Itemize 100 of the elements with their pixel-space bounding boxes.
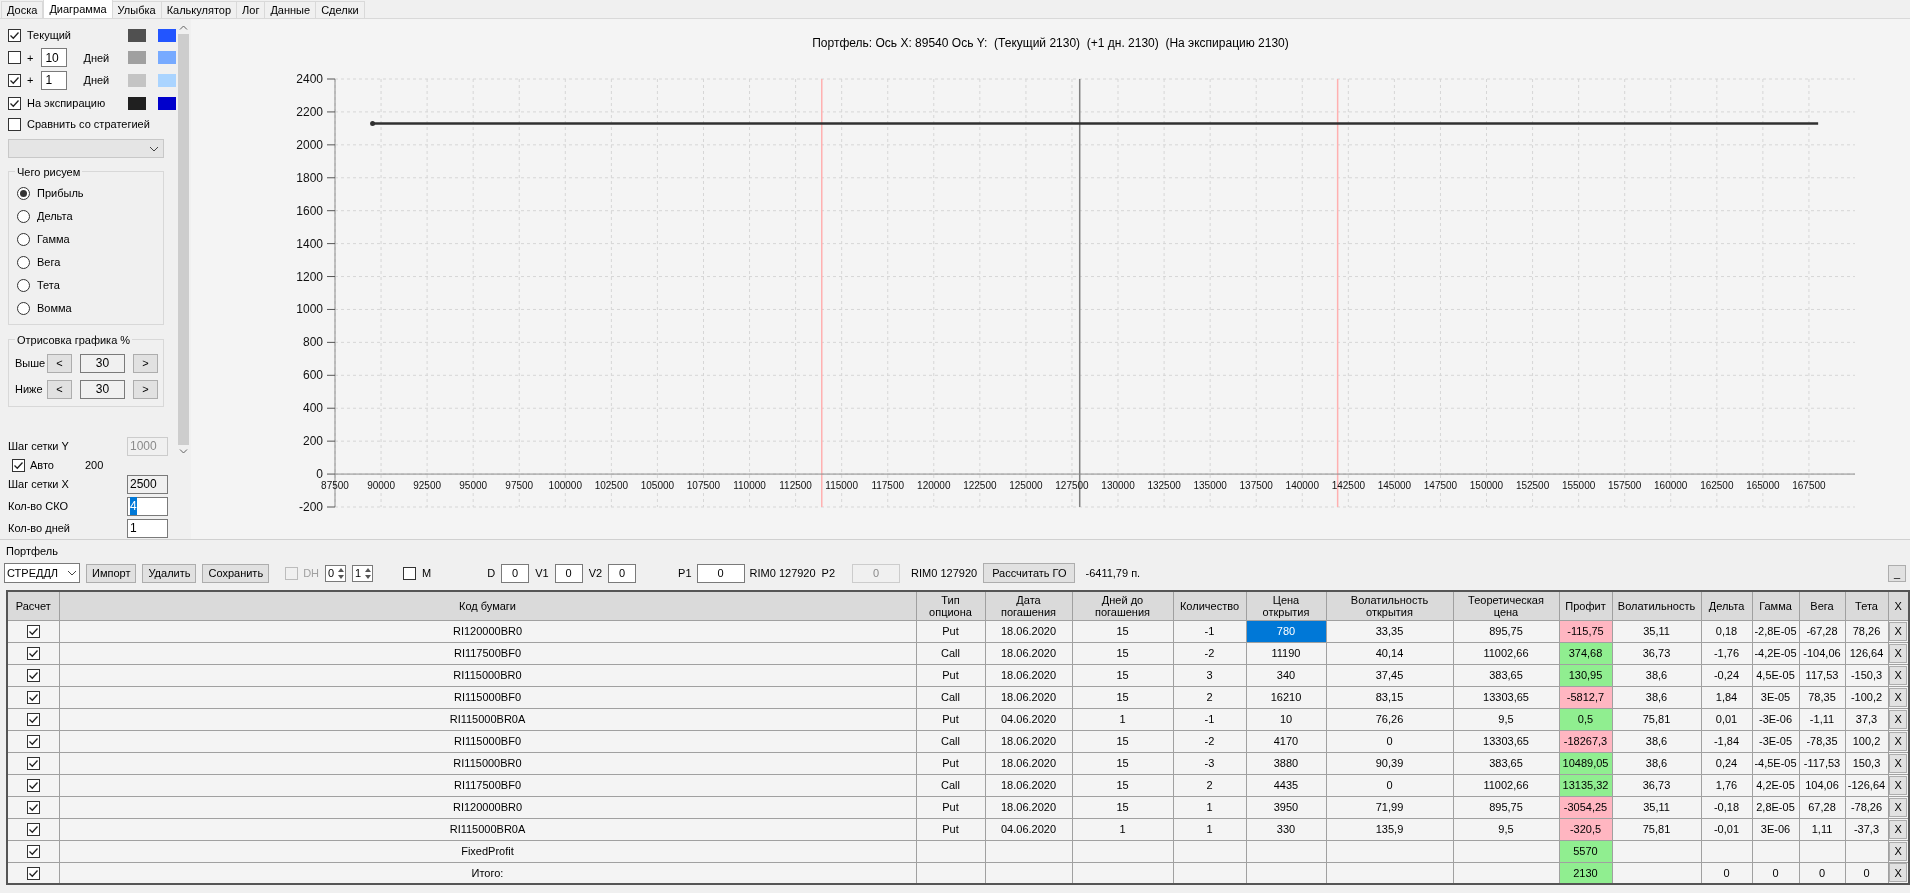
radio-button[interactable]	[17, 302, 30, 315]
remove-button[interactable]: X	[1889, 775, 1908, 795]
column-header[interactable]: Гамма	[1752, 591, 1799, 620]
radio-button[interactable]	[17, 187, 30, 200]
dropdown[interactable]: СТРЕДДЛ	[4, 563, 80, 583]
checkbox[interactable]	[26, 867, 40, 881]
input-field[interactable]: 1	[127, 518, 168, 538]
decrease-button[interactable]: <	[47, 353, 72, 373]
column-header[interactable]: Количество	[1173, 591, 1246, 620]
column-header[interactable]: Дней до погашения	[1072, 591, 1173, 620]
remove-button[interactable]: X	[1889, 687, 1908, 707]
price-label: RIM0 127920	[749, 565, 816, 581]
table-cell: 11002,66	[1453, 642, 1559, 664]
axis-tick-label: 117500	[871, 480, 905, 492]
table-cell: -67,28	[1799, 620, 1845, 642]
column-header[interactable]: Тип опциона	[916, 591, 985, 620]
minimize-button[interactable]: _	[1888, 564, 1906, 582]
column-header[interactable]: Код бумаги	[59, 591, 916, 620]
remove-button[interactable]: X	[1889, 753, 1908, 773]
tab[interactable]: Калькулятор	[160, 1, 238, 18]
checkbox[interactable]	[26, 669, 40, 683]
remove-button[interactable]: X	[1889, 665, 1908, 685]
value-field[interactable]: 30	[80, 379, 125, 399]
radio-button[interactable]	[17, 279, 30, 292]
calculate-button[interactable]: Рассчитать ГО	[983, 563, 1076, 583]
checkbox[interactable]	[26, 647, 40, 661]
table-cell: 126,64	[1845, 642, 1888, 664]
tab[interactable]: Диаграмма	[43, 0, 113, 18]
increase-button[interactable]: >	[133, 379, 158, 399]
axis-tick-label: 0	[316, 467, 323, 482]
input-field[interactable]: 2500	[127, 474, 168, 494]
color-swatch[interactable]	[128, 74, 146, 87]
radio-button[interactable]	[17, 210, 30, 223]
column-header[interactable]: Вега	[1799, 591, 1845, 620]
remove-button[interactable]: X	[1889, 709, 1908, 729]
increase-button[interactable]: >	[133, 353, 158, 373]
color-swatch[interactable]	[128, 51, 146, 65]
value-field[interactable]: 30	[80, 353, 125, 373]
column-header[interactable]: Волатильность открытия	[1326, 591, 1453, 620]
checkbox[interactable]	[26, 757, 40, 771]
axis-tick-label: 200	[302, 434, 323, 449]
checkbox[interactable]	[26, 801, 40, 815]
toolbar-button[interactable]: Сохранить	[202, 563, 270, 583]
checkbox[interactable]	[26, 779, 40, 793]
remove-button[interactable]: X	[1889, 819, 1908, 839]
column-header[interactable]: Теоретическая цена	[1453, 591, 1559, 620]
color-swatch[interactable]	[128, 96, 146, 110]
checkbox[interactable]	[26, 845, 40, 859]
input-field[interactable]: 4	[127, 496, 168, 516]
input-field[interactable]: 0	[696, 563, 745, 583]
remove-button[interactable]: X	[1889, 841, 1908, 861]
color-swatch[interactable]	[158, 74, 176, 87]
table-cell: -78,35	[1799, 730, 1845, 752]
checkbox[interactable]	[8, 74, 21, 87]
column-header[interactable]: Цена открытия	[1246, 591, 1326, 620]
remove-button[interactable]: X	[1889, 621, 1908, 641]
remove-button[interactable]: X	[1889, 731, 1908, 751]
checkbox[interactable]	[26, 823, 40, 837]
column-header[interactable]: Волатильность	[1612, 591, 1701, 620]
checkbox[interactable]	[8, 28, 21, 42]
tab[interactable]: Данные	[264, 1, 317, 18]
toolbar-button[interactable]: Удалить	[142, 563, 197, 583]
color-swatch[interactable]	[158, 96, 176, 110]
checkbox[interactable]	[26, 691, 40, 705]
radio-button[interactable]	[17, 256, 30, 269]
color-swatch[interactable]	[158, 51, 176, 65]
checkbox[interactable]	[403, 566, 417, 580]
toolbar-button[interactable]: Импорт	[86, 563, 137, 583]
input-field[interactable]: 0	[554, 563, 583, 583]
column-header[interactable]: X	[1888, 591, 1909, 620]
remove-button[interactable]: X	[1889, 863, 1908, 883]
days-field[interactable]: 10	[41, 48, 68, 68]
column-header[interactable]: Расчет	[7, 591, 59, 620]
color-swatch[interactable]	[128, 28, 146, 42]
decrease-button[interactable]: <	[47, 379, 72, 399]
tab[interactable]: Сделки	[315, 1, 365, 18]
radio-button[interactable]	[17, 233, 30, 246]
column-header[interactable]: Дельта	[1701, 591, 1752, 620]
checkbox[interactable]	[8, 51, 21, 65]
axis-tick-label: 157500	[1608, 480, 1642, 492]
spin-field[interactable]: 0	[325, 564, 347, 582]
input-field[interactable]: 0	[501, 563, 530, 583]
checkbox[interactable]	[26, 735, 40, 749]
checkbox[interactable]	[8, 96, 21, 110]
checkbox[interactable]	[12, 458, 25, 472]
checkbox[interactable]	[26, 625, 40, 639]
table-cell: 75,81	[1612, 708, 1701, 730]
checkbox[interactable]	[8, 118, 21, 132]
column-header[interactable]: Профит	[1559, 591, 1612, 620]
column-header[interactable]: Тета	[1845, 591, 1888, 620]
input-field[interactable]: 0	[608, 563, 637, 583]
days-field[interactable]: 1	[41, 71, 68, 90]
checkbox[interactable]	[26, 713, 40, 727]
color-swatch[interactable]	[158, 28, 176, 42]
table-cell: 11190	[1246, 642, 1326, 664]
remove-button[interactable]: X	[1889, 797, 1908, 817]
remove-button[interactable]: X	[1889, 643, 1908, 663]
spin-field[interactable]: 1	[352, 564, 374, 582]
column-header[interactable]: Дата погашения	[985, 591, 1072, 620]
tab[interactable]: Доска	[1, 1, 44, 18]
